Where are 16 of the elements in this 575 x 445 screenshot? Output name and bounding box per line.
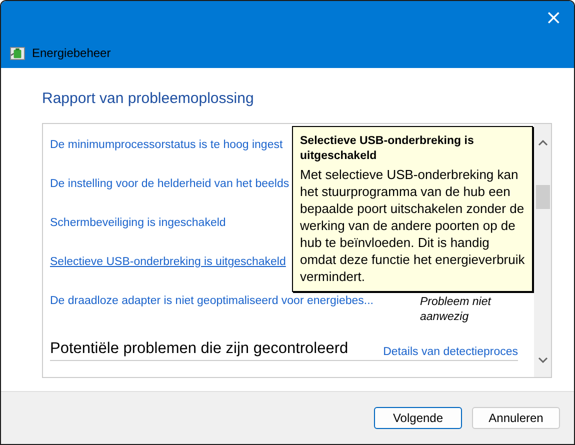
scrollbar[interactable] [534,124,551,377]
scroll-thumb[interactable] [536,184,550,208]
details-link[interactable]: Details van detectieproces [383,346,518,358]
issue-link[interactable]: De draadloze adapter is niet geoptimaliseerd voor energiebes... [50,295,420,307]
tooltip-title: Selectieve USB-onderbreking is uitgeschakeld [300,134,475,164]
close-button[interactable]: × [533,1,574,29]
dialog-button[interactable]: Annuleren [472,407,560,429]
report-heading: Rapport van probleemoplossing [42,90,255,107]
section-heading: Potentiële problemen die zijn gecontroleerd [50,340,348,358]
dialog-button[interactable]: Volgende [374,407,462,429]
scroll-down-icon[interactable] [538,357,548,363]
window-title: Energiebeheer [32,46,111,60]
tooltip-text: Met selectieve USB-onderbreking kan het stuurprogramma van de hub een bepaalde poort uitschakelen zonder de werking van de andere poorten op de hub te beïnvloeden. Dit is handig omdat deze functie het energieverbruik vermindert. [300,166,526,285]
issue-status: Probleem niet aanwezig [420,295,492,325]
battery-plug-icon [10,46,25,60]
scroll-up-icon[interactable] [538,140,548,146]
